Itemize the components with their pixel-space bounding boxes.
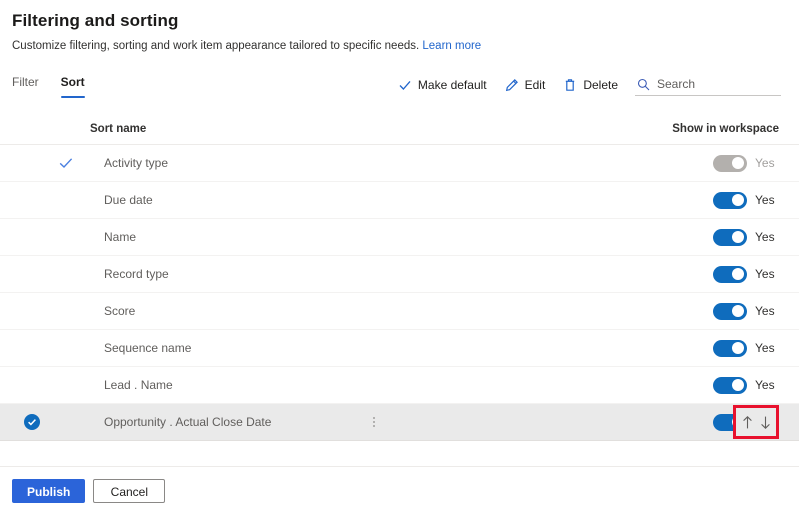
footer-divider	[0, 466, 799, 467]
row-sort-name: Lead . Name	[104, 378, 173, 392]
row-show-in-workspace-cell: Yes	[713, 376, 781, 394]
tab-sort[interactable]: Sort	[60, 74, 85, 98]
row-show-in-workspace-cell: Yes	[713, 228, 781, 246]
row-sort-name: Opportunity . Actual Close Date	[104, 415, 272, 429]
delete-label: Delete	[583, 78, 618, 92]
edit-label: Edit	[524, 78, 546, 92]
table-row[interactable]: Activity type Yes	[0, 145, 799, 182]
table-row[interactable]: Name Yes	[0, 219, 799, 256]
row-show-in-workspace-cell: Yes	[713, 339, 781, 357]
toggle-state-label: Yes	[755, 193, 775, 207]
table-row[interactable]: Opportunity . Actual Close DateYes	[0, 404, 799, 441]
tabs-and-commandbar: Filter Sort Make default Edit Delete Sea…	[0, 74, 799, 108]
checkmark-icon	[398, 78, 412, 92]
tab-filter[interactable]: Filter	[12, 74, 39, 98]
search-icon	[637, 78, 650, 91]
tab-list: Filter Sort	[12, 74, 85, 98]
row-show-in-workspace-cell: Yes	[713, 302, 781, 320]
default-checkmark-icon	[59, 158, 73, 168]
search-box[interactable]	[635, 74, 781, 96]
row-selection-checkbox[interactable]	[24, 414, 40, 430]
row-sort-name: Activity type	[104, 156, 169, 170]
pencil-icon	[505, 78, 519, 92]
make-default-button[interactable]: Make default	[389, 74, 496, 96]
search-input[interactable]	[657, 77, 767, 91]
page-title: Filtering and sorting	[12, 11, 179, 30]
show-in-workspace-toggle[interactable]	[713, 376, 747, 394]
table-row[interactable]: Due date Yes	[0, 182, 799, 219]
footer-actions: Publish Cancel	[12, 479, 166, 503]
show-in-workspace-toggle[interactable]	[713, 191, 747, 209]
row-sort-name: Name	[104, 230, 137, 244]
toggle-state-label: Yes	[755, 267, 775, 281]
show-in-workspace-toggle[interactable]	[713, 228, 747, 246]
table-row[interactable]: Sequence name Yes	[0, 330, 799, 367]
show-in-workspace-toggle	[713, 154, 747, 172]
row-lead-cell	[12, 414, 78, 430]
row-show-in-workspace-cell: Yes	[713, 191, 781, 209]
toggle-state-label: Yes	[755, 230, 775, 244]
column-header-show-in-workspace: Show in workspace	[672, 123, 779, 135]
reorder-controls-annotation	[733, 405, 779, 439]
show-in-workspace-toggle[interactable]	[713, 339, 747, 357]
toggle-state-label: Yes	[755, 378, 775, 392]
row-sort-name: Record type	[104, 267, 169, 281]
table-body: Activity type Yes Due date Yes Name Yes Record…	[0, 145, 799, 441]
move-down-arrow-icon[interactable]	[757, 411, 773, 433]
trash-icon	[563, 78, 577, 92]
table-row[interactable]: Score Yes	[0, 293, 799, 330]
publish-button[interactable]: Publish	[12, 479, 86, 503]
table-header-row: Sort name Show in workspace	[0, 114, 799, 145]
table-row[interactable]: Lead . Name Yes	[0, 367, 799, 404]
sort-table: Sort name Show in workspace Activity typ…	[0, 114, 799, 441]
page-header: Filtering and sorting Customize filterin…	[0, 0, 799, 54]
make-default-label: Make default	[417, 78, 487, 92]
page-subtitle: Customize filtering, sorting and work it…	[12, 38, 799, 54]
row-show-in-workspace-cell: Yes	[713, 265, 781, 283]
table-row[interactable]: Record type Yes	[0, 256, 799, 293]
delete-button[interactable]: Delete	[554, 74, 627, 96]
cancel-button[interactable]: Cancel	[93, 479, 166, 503]
column-header-sort-name: Sort name	[90, 123, 147, 135]
command-bar: Make default Edit Delete	[389, 74, 799, 96]
learn-more-link[interactable]: Learn more	[422, 40, 481, 52]
row-lead-cell	[12, 155, 78, 171]
toggle-state-label: Yes	[755, 304, 775, 318]
page-subtitle-text: Customize filtering, sorting and work it…	[12, 40, 420, 52]
row-show-in-workspace-cell: Yes	[713, 154, 781, 172]
row-sort-name: Due date	[104, 193, 153, 207]
edit-button[interactable]: Edit	[496, 74, 555, 96]
show-in-workspace-toggle[interactable]	[713, 265, 747, 283]
row-sort-name: Score	[104, 304, 136, 318]
move-up-arrow-icon[interactable]	[739, 411, 755, 433]
show-in-workspace-toggle[interactable]	[713, 302, 747, 320]
toggle-state-label: Yes	[755, 341, 775, 355]
row-sort-name: Sequence name	[104, 341, 192, 355]
row-more-options-icon[interactable]	[365, 415, 383, 429]
toggle-state-label: Yes	[755, 156, 775, 170]
